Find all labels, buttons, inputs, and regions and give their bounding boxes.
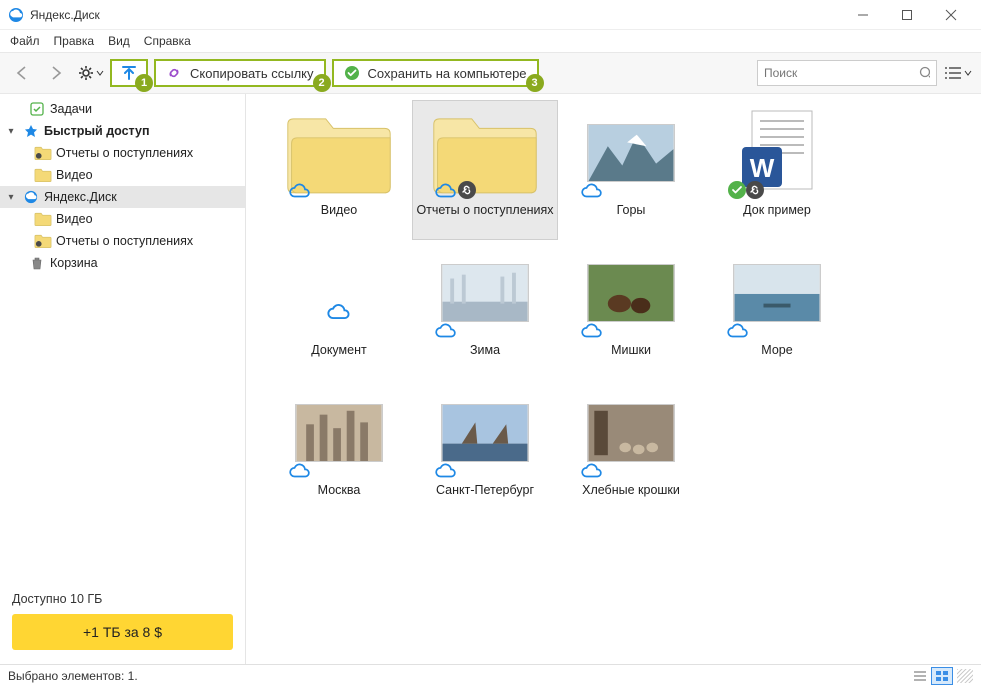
upload-badge: 1 (135, 74, 153, 92)
menu-help[interactable]: Справка (144, 34, 191, 48)
folder-item-video[interactable]: Видео (266, 100, 412, 240)
search-input[interactable] (764, 66, 919, 80)
nav-back-button[interactable] (8, 59, 36, 87)
shared-link-icon (458, 181, 476, 199)
chevron-down-icon[interactable]: ▾ (4, 192, 18, 203)
sidebar: Задачи ▾ Быстрый доступ Отчеты о поступл… (0, 94, 246, 664)
svg-text:W: W (750, 153, 775, 183)
save-to-computer-label: Сохранить на компьютере (368, 66, 527, 81)
folder-icon (34, 210, 52, 228)
cloud-icon (726, 321, 750, 339)
search-icon (919, 66, 930, 80)
image-thumbnail (441, 404, 529, 462)
shared-link-icon (746, 181, 764, 199)
titlebar: Яндекс.Диск (0, 0, 981, 30)
settings-button[interactable] (76, 59, 104, 87)
tree-quick-access[interactable]: ▾ Быстрый доступ (0, 120, 245, 142)
trash-icon (28, 254, 46, 272)
copy-link-button[interactable]: Скопировать ссылку 2 (154, 59, 326, 87)
tasks-icon (28, 100, 46, 118)
image-thumbnail (733, 264, 821, 322)
resize-grip[interactable] (957, 669, 973, 683)
image-thumbnail (587, 404, 675, 462)
menu-edit[interactable]: Правка (54, 34, 95, 48)
file-item-bread[interactable]: Хлебные крошки (558, 380, 704, 520)
tree-tasks[interactable]: Задачи (0, 98, 245, 120)
link-icon (166, 65, 182, 81)
tree-quick-video[interactable]: Видео (0, 164, 245, 186)
file-item-bears[interactable]: Мишки (558, 240, 704, 380)
window-title: Яндекс.Диск (30, 8, 100, 22)
cloud-icon (434, 181, 458, 199)
upload-button[interactable]: 1 (110, 59, 148, 87)
file-item-doc-example[interactable]: W Док пример (704, 100, 850, 240)
sidebar-footer: Доступно 10 ГБ +1 ТБ за 8 $ (0, 582, 245, 664)
image-thumbnail (441, 264, 529, 322)
image-thumbnail (587, 264, 675, 322)
window-minimize-button[interactable] (841, 1, 885, 29)
menu-view[interactable]: Вид (108, 34, 130, 48)
tree-trash[interactable]: Корзина (0, 252, 245, 274)
save-to-computer-button[interactable]: Сохранить на компьютере 3 (332, 59, 539, 87)
toolbar: 1 Скопировать ссылку 2 Сохранить на комп… (0, 52, 981, 94)
cloud-icon (434, 321, 458, 339)
star-icon (22, 122, 40, 140)
status-selection-count: Выбрано элементов: 1. (8, 669, 138, 683)
file-item-winter[interactable]: Зима (412, 240, 558, 380)
file-item-sea[interactable]: Море (704, 240, 850, 380)
cloud-icon (580, 461, 604, 479)
view-large-icons-button[interactable] (931, 667, 953, 685)
chevron-down-icon[interactable]: ▾ (4, 126, 18, 137)
file-item-spb[interactable]: Санкт-Петербург (412, 380, 558, 520)
folder-icon (34, 232, 52, 250)
tree-disk-reports[interactable]: Отчеты о поступлениях (0, 230, 245, 252)
menubar: Файл Правка Вид Справка (0, 30, 981, 52)
file-item-moscow[interactable]: Москва (266, 380, 412, 520)
cloud-icon (580, 321, 604, 339)
image-thumbnail (295, 404, 383, 462)
copy-link-badge: 2 (313, 74, 331, 92)
folder-item-reports[interactable]: Отчеты о поступлениях (412, 100, 558, 240)
menu-file[interactable]: Файл (10, 34, 40, 48)
copy-link-label: Скопировать ссылку (190, 66, 314, 81)
synced-icon (728, 181, 746, 199)
tree-disk-video[interactable]: Видео (0, 208, 245, 230)
check-circle-icon (344, 65, 360, 81)
view-details-button[interactable] (909, 667, 931, 685)
statusbar: Выбрано элементов: 1. (0, 664, 981, 686)
folder-icon (34, 166, 52, 184)
cloud-icon (288, 181, 312, 199)
file-item-document[interactable]: Документ (266, 240, 412, 380)
nav-forward-button[interactable] (42, 59, 70, 87)
cloud-icon (288, 461, 312, 479)
tree-yandex-disk[interactable]: ▾ Яндекс.Диск (0, 186, 245, 208)
app-logo-icon (8, 7, 24, 23)
view-mode-button[interactable] (943, 60, 973, 86)
window-maximize-button[interactable] (885, 1, 929, 29)
cloud-icon (434, 461, 458, 479)
app-logo-icon (22, 188, 40, 206)
tree-quick-reports[interactable]: Отчеты о поступлениях (0, 142, 245, 164)
cloud-icon (326, 301, 352, 321)
folder-icon (34, 144, 52, 162)
file-item-mountains[interactable]: Горы (558, 100, 704, 240)
file-grid[interactable]: Видео Отчеты о поступлениях Горы (246, 94, 981, 664)
image-thumbnail (587, 124, 675, 182)
cloud-icon (580, 181, 604, 199)
save-to-computer-badge: 3 (526, 74, 544, 92)
search-box[interactable] (757, 60, 937, 86)
upgrade-storage-button[interactable]: +1 ТБ за 8 $ (12, 614, 233, 650)
nav-tree: Задачи ▾ Быстрый доступ Отчеты о поступл… (0, 98, 245, 582)
window-close-button[interactable] (929, 1, 973, 29)
storage-available: Доступно 10 ГБ (12, 592, 233, 606)
